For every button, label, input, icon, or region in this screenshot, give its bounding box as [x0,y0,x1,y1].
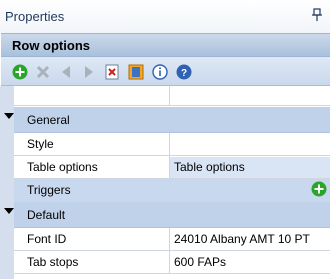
pin-icon[interactable] [311,8,323,25]
row-font-id-value[interactable]: 24010 Albany AMT 10 PT [174,232,310,246]
row-font-id[interactable]: Font ID 24010 Albany AMT 10 PT [14,228,330,251]
collapse-general-icon[interactable] [4,113,14,119]
column-divider [169,179,170,201]
toolbar: ? [1,57,330,86]
section-general-label: General [27,113,70,127]
collapse-default-icon[interactable] [4,208,14,214]
row-table-options-key: Table options [27,160,98,174]
add-icon[interactable] [12,64,28,80]
row-tab-stops-key: Tab stops [27,255,79,269]
column-divider[interactable] [169,86,170,106]
column-divider [169,251,170,273]
properties-titlebar: Properties [0,0,330,33]
section-general[interactable]: General [14,107,330,133]
column-divider [169,228,170,250]
row-options-title: Row options [12,38,90,53]
svg-text:?: ? [181,68,187,79]
row-table-options[interactable]: Table options Table options [14,156,330,179]
column-divider [169,133,170,155]
delete-icon[interactable] [35,64,51,80]
property-grid: General Style Table options Table option… [14,86,330,279]
clear-icon[interactable] [104,64,120,80]
move-right-icon[interactable] [81,64,97,80]
help-icon[interactable]: ? [176,64,192,80]
row-triggers[interactable]: Triggers [14,179,330,202]
row-tab-stops-value[interactable]: 600 FAPs [174,255,226,269]
row-options-header: Row options [1,33,330,57]
column-header-row [14,86,330,106]
section-default-label: Default [27,208,66,222]
row-font-id-key: Font ID [27,232,67,246]
panel-title: Properties [5,9,65,24]
move-left-icon[interactable] [58,64,74,80]
section-default[interactable]: Default [14,202,330,228]
properties-icon[interactable] [128,64,144,80]
row-triggers-key: Triggers [27,183,71,197]
row-style-key: Style [27,137,54,151]
row-style[interactable]: Style [14,133,330,156]
row-table-options-value[interactable]: Table options [174,160,245,174]
row-tab-stops[interactable]: Tab stops 600 FAPs [14,251,330,274]
info-icon[interactable] [152,64,168,80]
add-trigger-icon[interactable] [311,181,327,197]
